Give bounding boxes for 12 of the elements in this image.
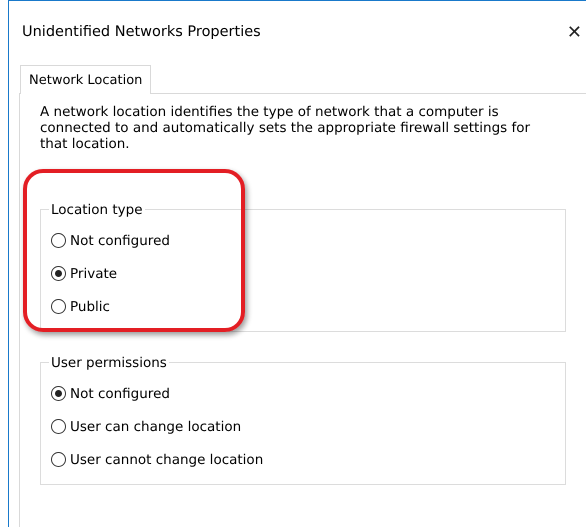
- tab[interactable]: Network Location: [20, 65, 152, 94]
- radio-option[interactable]: Not configured: [51, 224, 173, 257]
- window-title: Unidentified Networks Properties: [22, 24, 261, 40]
- radio-option[interactable]: Private: [51, 257, 120, 290]
- description-text: A network location identifies the type of network that a computer is connected to and automatically sets the appropriate firewall settings for that location.: [40, 104, 532, 152]
- radio-option[interactable]: Not configured: [51, 377, 173, 410]
- group-label: Location type: [49, 202, 145, 218]
- radio-option[interactable]: User can change location: [51, 410, 244, 443]
- radio-option[interactable]: User cannot change location: [51, 443, 266, 476]
- close-button[interactable]: ✕: [566, 22, 582, 42]
- group-label: User permissions: [49, 355, 169, 371]
- radio-option[interactable]: Public: [51, 290, 113, 323]
